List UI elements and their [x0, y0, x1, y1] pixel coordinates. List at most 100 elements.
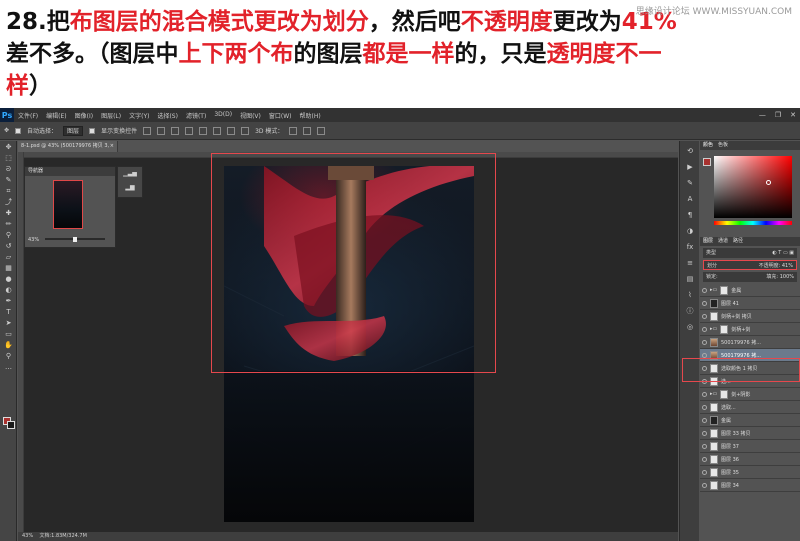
- info-icon[interactable]: ▂▆: [118, 181, 142, 195]
- color-picker-cursor[interactable]: [766, 180, 771, 185]
- layer-row[interactable]: 剑柄+剑 拷贝: [700, 310, 800, 323]
- brush-preset-icon[interactable]: ✎: [685, 179, 695, 187]
- layer-row[interactable]: 选取颜色 1 拷贝: [700, 362, 800, 375]
- background-color-swatch[interactable]: [7, 421, 15, 429]
- hue-slider[interactable]: [714, 221, 792, 225]
- color-picker-field[interactable]: [714, 156, 792, 218]
- align-center-icon[interactable]: [199, 126, 208, 135]
- move-tool-icon[interactable]: ✥: [4, 127, 9, 134]
- layer-thumbnail[interactable]: [710, 337, 718, 347]
- layer-thumbnail[interactable]: [710, 480, 718, 490]
- layer-thumbnail[interactable]: [710, 467, 718, 477]
- hand-tool-icon[interactable]: ✋: [3, 341, 14, 349]
- adjustments-icon[interactable]: ◑: [685, 227, 695, 235]
- menu-item[interactable]: 文件(F): [18, 111, 38, 120]
- visibility-eye-icon[interactable]: [702, 378, 707, 384]
- tab-swatches[interactable]: 色板: [718, 141, 728, 150]
- dodge-tool-icon[interactable]: ◐: [3, 286, 14, 294]
- maximize-button[interactable]: ❐: [775, 111, 781, 119]
- visibility-eye-icon[interactable]: [702, 443, 707, 449]
- history-brush-icon[interactable]: ↺: [3, 242, 14, 250]
- marquee-tool-icon[interactable]: ⬚: [3, 154, 14, 162]
- menu-item[interactable]: 选择(S): [157, 111, 178, 120]
- tab-layers[interactable]: 图层: [703, 237, 713, 246]
- align-middle-icon[interactable]: [157, 126, 166, 135]
- layer-thumbnail[interactable]: [720, 285, 729, 295]
- close-button[interactable]: ✕: [790, 111, 796, 119]
- visibility-eye-icon[interactable]: [702, 365, 707, 371]
- gradient-tool-icon[interactable]: ▦: [3, 264, 14, 272]
- align-right-icon[interactable]: [213, 126, 222, 135]
- eyedropper-tool-icon[interactable]: ⤴: [3, 198, 14, 206]
- menu-item[interactable]: 图像(I): [75, 111, 93, 120]
- blur-tool-icon[interactable]: ●: [3, 275, 14, 283]
- tab-paths[interactable]: 路径: [733, 237, 743, 246]
- layer-thumbnail[interactable]: [710, 298, 718, 308]
- folder-icon[interactable]: ▸▭: [710, 326, 717, 332]
- auto-select-dropdown[interactable]: 图层: [63, 125, 84, 136]
- properties-icon[interactable]: ≡: [685, 259, 695, 267]
- zoom-tool-icon[interactable]: ⚲: [3, 352, 14, 360]
- menu-item[interactable]: 编辑(E): [46, 111, 66, 120]
- document-tab[interactable]: 8-1.psd @ 43% (500179976 拷贝 3, RGB/8) ×: [18, 141, 118, 160]
- layer-row[interactable]: 图层 34: [700, 479, 800, 492]
- visibility-eye-icon[interactable]: [702, 326, 707, 332]
- visibility-eye-icon[interactable]: [702, 469, 707, 475]
- visibility-eye-icon[interactable]: [702, 339, 707, 345]
- layer-thumbnail[interactable]: [710, 311, 718, 321]
- eraser-tool-icon[interactable]: ▱: [3, 253, 14, 261]
- tab-color[interactable]: 颜色: [703, 141, 713, 150]
- healing-tool-icon[interactable]: ✚: [3, 209, 14, 217]
- align-left-icon[interactable]: [185, 126, 194, 135]
- layer-row[interactable]: 图层 36: [700, 453, 800, 466]
- minimize-button[interactable]: —: [759, 111, 766, 119]
- distribute-icon[interactable]: [227, 126, 236, 135]
- filter-icons[interactable]: ◐ T ▭ ▣: [772, 248, 794, 258]
- layer-thumbnail[interactable]: [710, 415, 718, 425]
- rotate-3d-icon[interactable]: [289, 126, 298, 135]
- history-icon[interactable]: ⟲: [685, 147, 695, 155]
- character-icon[interactable]: A: [685, 195, 695, 203]
- menu-item[interactable]: 窗口(W): [269, 111, 292, 120]
- color-panel-foreground-chip[interactable]: [703, 158, 711, 166]
- layer-row[interactable]: 图层 35: [700, 466, 800, 479]
- layer-thumbnail[interactable]: [710, 350, 718, 360]
- visibility-eye-icon[interactable]: [702, 482, 707, 488]
- visibility-eye-icon[interactable]: [702, 287, 707, 293]
- layer-thumbnail[interactable]: [710, 441, 718, 451]
- menu-item[interactable]: 3D(D): [214, 111, 232, 120]
- visibility-eye-icon[interactable]: [702, 456, 707, 462]
- layer-row[interactable]: 金属: [700, 414, 800, 427]
- menu-item[interactable]: 图层(L): [101, 111, 121, 120]
- lasso-tool-icon[interactable]: ᘐ: [3, 165, 14, 173]
- layer-row[interactable]: 图层 41: [700, 297, 800, 310]
- navigator-thumbnail[interactable]: [53, 180, 83, 229]
- shape-tool-icon[interactable]: ▭: [3, 330, 14, 338]
- distribute-h-icon[interactable]: [241, 126, 250, 135]
- layer-thumbnail[interactable]: [710, 376, 718, 386]
- move-tool-icon[interactable]: ✥: [3, 143, 14, 151]
- type-tool-icon[interactable]: T: [3, 308, 14, 316]
- layer-row[interactable]: 图层 37: [700, 440, 800, 453]
- layer-row[interactable]: 选取...: [700, 401, 800, 414]
- layer-row[interactable]: ▸▭ 剑柄+剑: [700, 323, 800, 336]
- fill-input[interactable]: 100%: [780, 274, 794, 280]
- brush-tool-icon[interactable]: ✏: [3, 220, 14, 228]
- canvas-area[interactable]: [24, 158, 678, 532]
- align-bottom-icon[interactable]: [171, 126, 180, 135]
- navigator-slider-handle[interactable]: [73, 237, 77, 242]
- close-tab-icon[interactable]: ×: [110, 141, 114, 152]
- menu-item[interactable]: 视图(V): [240, 111, 261, 120]
- layer-thumbnail[interactable]: [720, 389, 729, 399]
- folder-icon[interactable]: ▸▭: [710, 287, 717, 293]
- layer-thumbnail[interactable]: [710, 363, 718, 373]
- navigator-icon[interactable]: ◎: [685, 323, 695, 331]
- info-panel-icon[interactable]: ⓘ: [685, 307, 695, 315]
- more-tools-icon[interactable]: …: [3, 363, 14, 371]
- menu-item[interactable]: 滤镜(T): [186, 111, 206, 120]
- layer-row[interactable]: 选...: [700, 375, 800, 388]
- align-top-icon[interactable]: [143, 126, 152, 135]
- paragraph-icon[interactable]: ¶: [685, 211, 695, 219]
- opacity-input[interactable]: 41%: [782, 263, 793, 269]
- channels-icon[interactable]: ▤: [685, 275, 695, 283]
